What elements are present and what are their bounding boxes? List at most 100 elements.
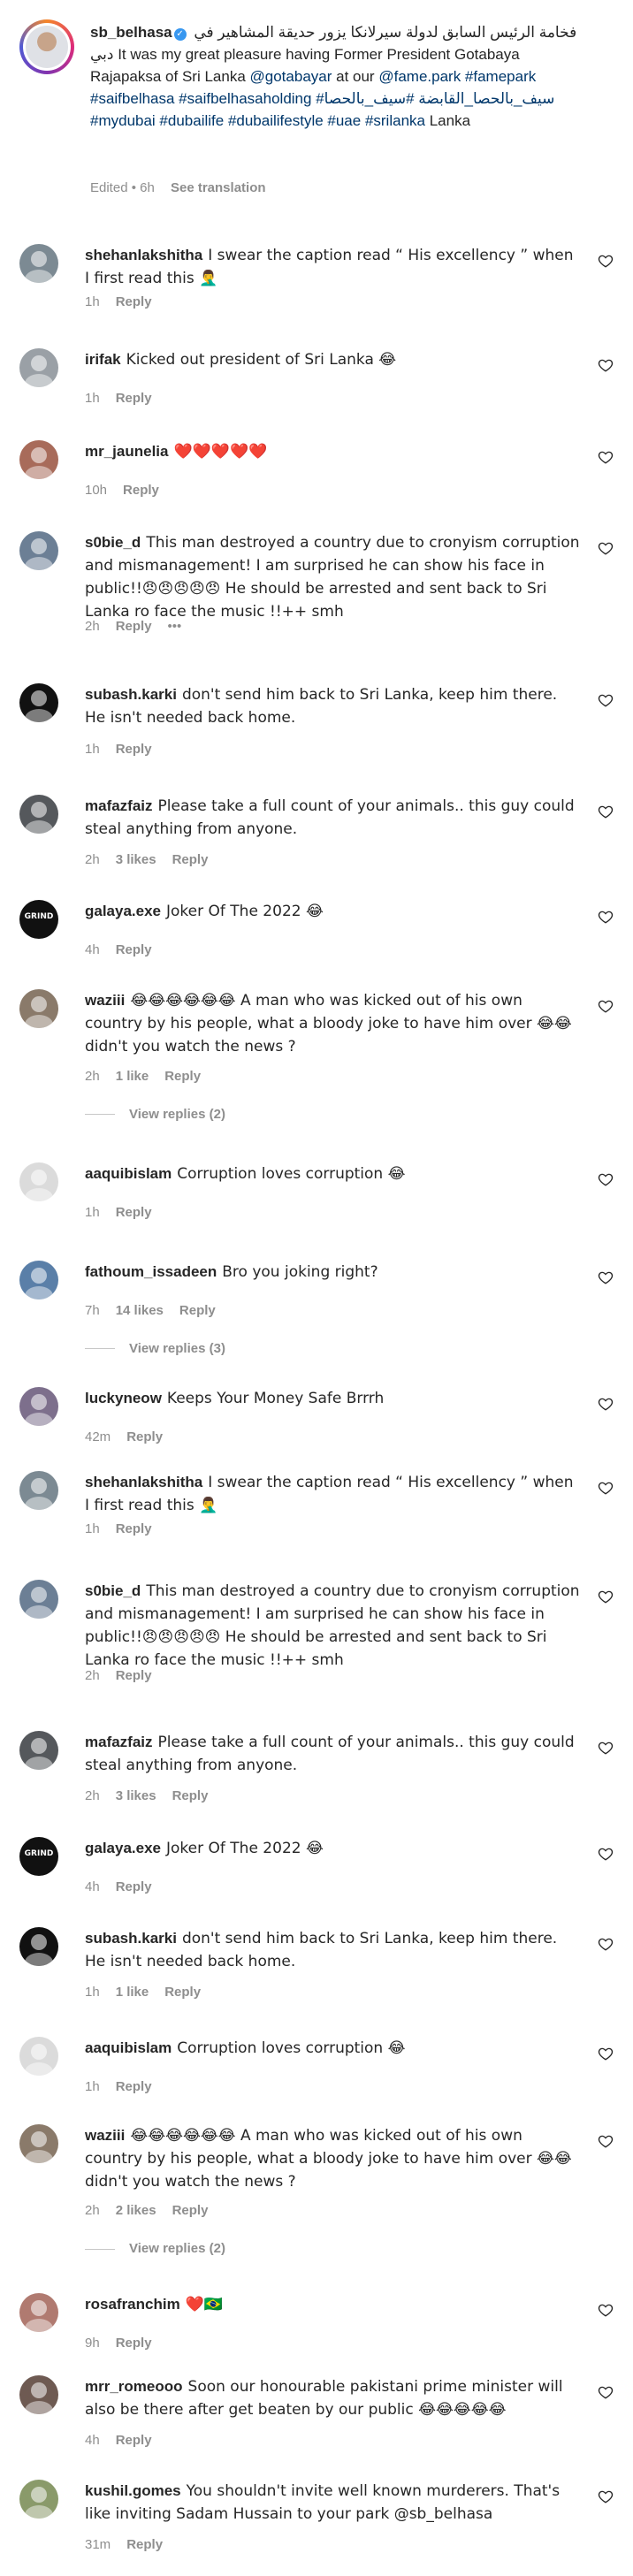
reply-button[interactable]: Reply bbox=[116, 619, 152, 634]
comment-username[interactable]: s0bie_d bbox=[85, 1582, 141, 1599]
comment-username[interactable]: luckyneow bbox=[85, 1390, 162, 1406]
reply-button[interactable]: Reply bbox=[164, 1069, 201, 1084]
like-heart-icon[interactable] bbox=[598, 357, 614, 373]
reply-button[interactable]: Reply bbox=[172, 852, 209, 867]
comment-likes[interactable]: 3 likes bbox=[116, 1788, 156, 1803]
like-heart-icon[interactable] bbox=[598, 1846, 614, 1862]
commenter-avatar[interactable] bbox=[19, 2480, 58, 2519]
comment-likes[interactable]: 14 likes bbox=[116, 1303, 164, 1318]
reply-button[interactable]: Reply bbox=[116, 2079, 152, 2094]
like-heart-icon[interactable] bbox=[598, 692, 614, 708]
reply-button[interactable]: Reply bbox=[116, 1521, 152, 1536]
comment-username[interactable]: waziii bbox=[85, 992, 125, 1009]
like-heart-icon[interactable] bbox=[598, 1480, 614, 1496]
reply-button[interactable]: Reply bbox=[116, 1668, 152, 1683]
comment-username[interactable]: irifak bbox=[85, 351, 121, 368]
comment-username[interactable]: waziii bbox=[85, 2127, 125, 2144]
reply-button[interactable]: Reply bbox=[172, 2203, 209, 2218]
commenter-avatar[interactable] bbox=[19, 244, 58, 283]
like-heart-icon[interactable] bbox=[598, 998, 614, 1014]
like-heart-icon[interactable] bbox=[598, 2302, 614, 2318]
commenter-avatar[interactable] bbox=[19, 1387, 58, 1426]
commenter-avatar[interactable] bbox=[19, 1927, 58, 1967]
reply-button[interactable]: Reply bbox=[172, 1788, 209, 1803]
comment-text-block: galaya.exe Joker Of The 2022 😂 bbox=[85, 900, 580, 923]
commenter-avatar[interactable] bbox=[19, 794, 58, 834]
commenter-avatar[interactable] bbox=[19, 2293, 58, 2333]
view-replies-button[interactable]: View replies (3) bbox=[85, 1341, 225, 1356]
commenter-avatar[interactable]: GRIND bbox=[19, 1836, 58, 1876]
view-replies-button[interactable]: View replies (2) bbox=[85, 1107, 225, 1122]
commenter-avatar[interactable] bbox=[19, 1162, 58, 1201]
reply-button[interactable]: Reply bbox=[116, 1879, 152, 1894]
reply-button[interactable]: Reply bbox=[126, 2537, 163, 2552]
reply-button[interactable]: Reply bbox=[123, 483, 159, 498]
reply-button[interactable]: Reply bbox=[179, 1303, 216, 1318]
comment-time: 1h bbox=[85, 294, 100, 310]
reply-button[interactable]: Reply bbox=[116, 294, 152, 309]
like-heart-icon[interactable] bbox=[598, 253, 614, 269]
like-heart-icon[interactable] bbox=[598, 2384, 614, 2400]
like-heart-icon[interactable] bbox=[598, 1171, 614, 1187]
comment-username[interactable]: subash.karki bbox=[85, 686, 177, 703]
comment-username[interactable]: s0bie_d bbox=[85, 534, 141, 551]
commenter-avatar[interactable] bbox=[19, 1580, 58, 1620]
view-replies-button[interactable]: View replies (2) bbox=[85, 2241, 225, 2256]
like-heart-icon[interactable] bbox=[598, 1269, 614, 1285]
commenter-avatar[interactable] bbox=[19, 2036, 58, 2076]
commenter-avatar[interactable] bbox=[19, 1470, 58, 1510]
see-translation-link[interactable]: See translation bbox=[171, 180, 266, 195]
comment-username[interactable]: mr_jaunelia bbox=[85, 443, 169, 460]
like-heart-icon[interactable] bbox=[598, 909, 614, 925]
author-avatar[interactable] bbox=[19, 19, 74, 74]
comment-username[interactable]: subash.karki bbox=[85, 1930, 177, 1947]
reply-button[interactable]: Reply bbox=[116, 2336, 152, 2351]
comment-username[interactable]: galaya.exe bbox=[85, 903, 161, 919]
like-heart-icon[interactable] bbox=[598, 1396, 614, 1412]
reply-button[interactable]: Reply bbox=[116, 1205, 152, 1220]
caption-username[interactable]: sb_belhasa bbox=[90, 24, 172, 41]
comment-username[interactable]: rosafranchim bbox=[85, 2296, 180, 2313]
like-heart-icon[interactable] bbox=[598, 1589, 614, 1604]
comment-likes[interactable]: 1 like bbox=[116, 1985, 149, 2000]
comment-username[interactable]: mafazfaiz bbox=[85, 1734, 153, 1750]
commenter-avatar[interactable]: GRIND bbox=[19, 900, 58, 940]
like-heart-icon[interactable] bbox=[598, 2133, 614, 2149]
like-heart-icon[interactable] bbox=[598, 1936, 614, 1952]
comment-likes[interactable]: 3 likes bbox=[116, 852, 156, 867]
reply-button[interactable]: Reply bbox=[116, 2433, 152, 2448]
like-heart-icon[interactable] bbox=[598, 2488, 614, 2504]
caption-mention[interactable]: @gotabayar bbox=[250, 68, 332, 85]
commenter-avatar[interactable] bbox=[19, 440, 58, 480]
like-heart-icon[interactable] bbox=[598, 804, 614, 819]
more-options-icon[interactable]: ••• bbox=[168, 619, 182, 634]
commenter-avatar[interactable] bbox=[19, 1731, 58, 1771]
reply-button[interactable]: Reply bbox=[126, 1429, 163, 1444]
like-heart-icon[interactable] bbox=[598, 1740, 614, 1756]
comment-username[interactable]: aaquibislam bbox=[85, 1165, 172, 1182]
reply-button[interactable]: Reply bbox=[164, 1985, 201, 2000]
commenter-avatar[interactable] bbox=[19, 683, 58, 723]
reply-button[interactable]: Reply bbox=[116, 942, 152, 957]
comment-username[interactable]: shehanlakshitha bbox=[85, 247, 202, 263]
like-heart-icon[interactable] bbox=[598, 449, 614, 465]
like-heart-icon[interactable] bbox=[598, 540, 614, 556]
comment-likes[interactable]: 2 likes bbox=[116, 2203, 156, 2218]
comment-username[interactable]: mafazfaiz bbox=[85, 797, 153, 814]
comment-likes[interactable]: 1 like bbox=[116, 1069, 149, 1084]
reply-button[interactable]: Reply bbox=[116, 391, 152, 406]
comment-username[interactable]: shehanlakshitha bbox=[85, 1474, 202, 1490]
comment-username[interactable]: mrr_romeooo bbox=[85, 2378, 183, 2395]
commenter-avatar[interactable] bbox=[19, 347, 58, 387]
commenter-avatar[interactable] bbox=[19, 2375, 58, 2415]
commenter-avatar[interactable] bbox=[19, 2123, 58, 2163]
comment-username[interactable]: kushil.gomes bbox=[85, 2482, 181, 2499]
commenter-avatar[interactable] bbox=[19, 530, 58, 570]
comment-username[interactable]: galaya.exe bbox=[85, 1840, 161, 1856]
commenter-avatar[interactable] bbox=[19, 1260, 58, 1299]
comment-username[interactable]: fathoum_issadeen bbox=[85, 1263, 217, 1280]
comment-username[interactable]: aaquibislam bbox=[85, 2039, 172, 2056]
commenter-avatar[interactable] bbox=[19, 989, 58, 1029]
reply-button[interactable]: Reply bbox=[116, 742, 152, 757]
like-heart-icon[interactable] bbox=[598, 2046, 614, 2062]
